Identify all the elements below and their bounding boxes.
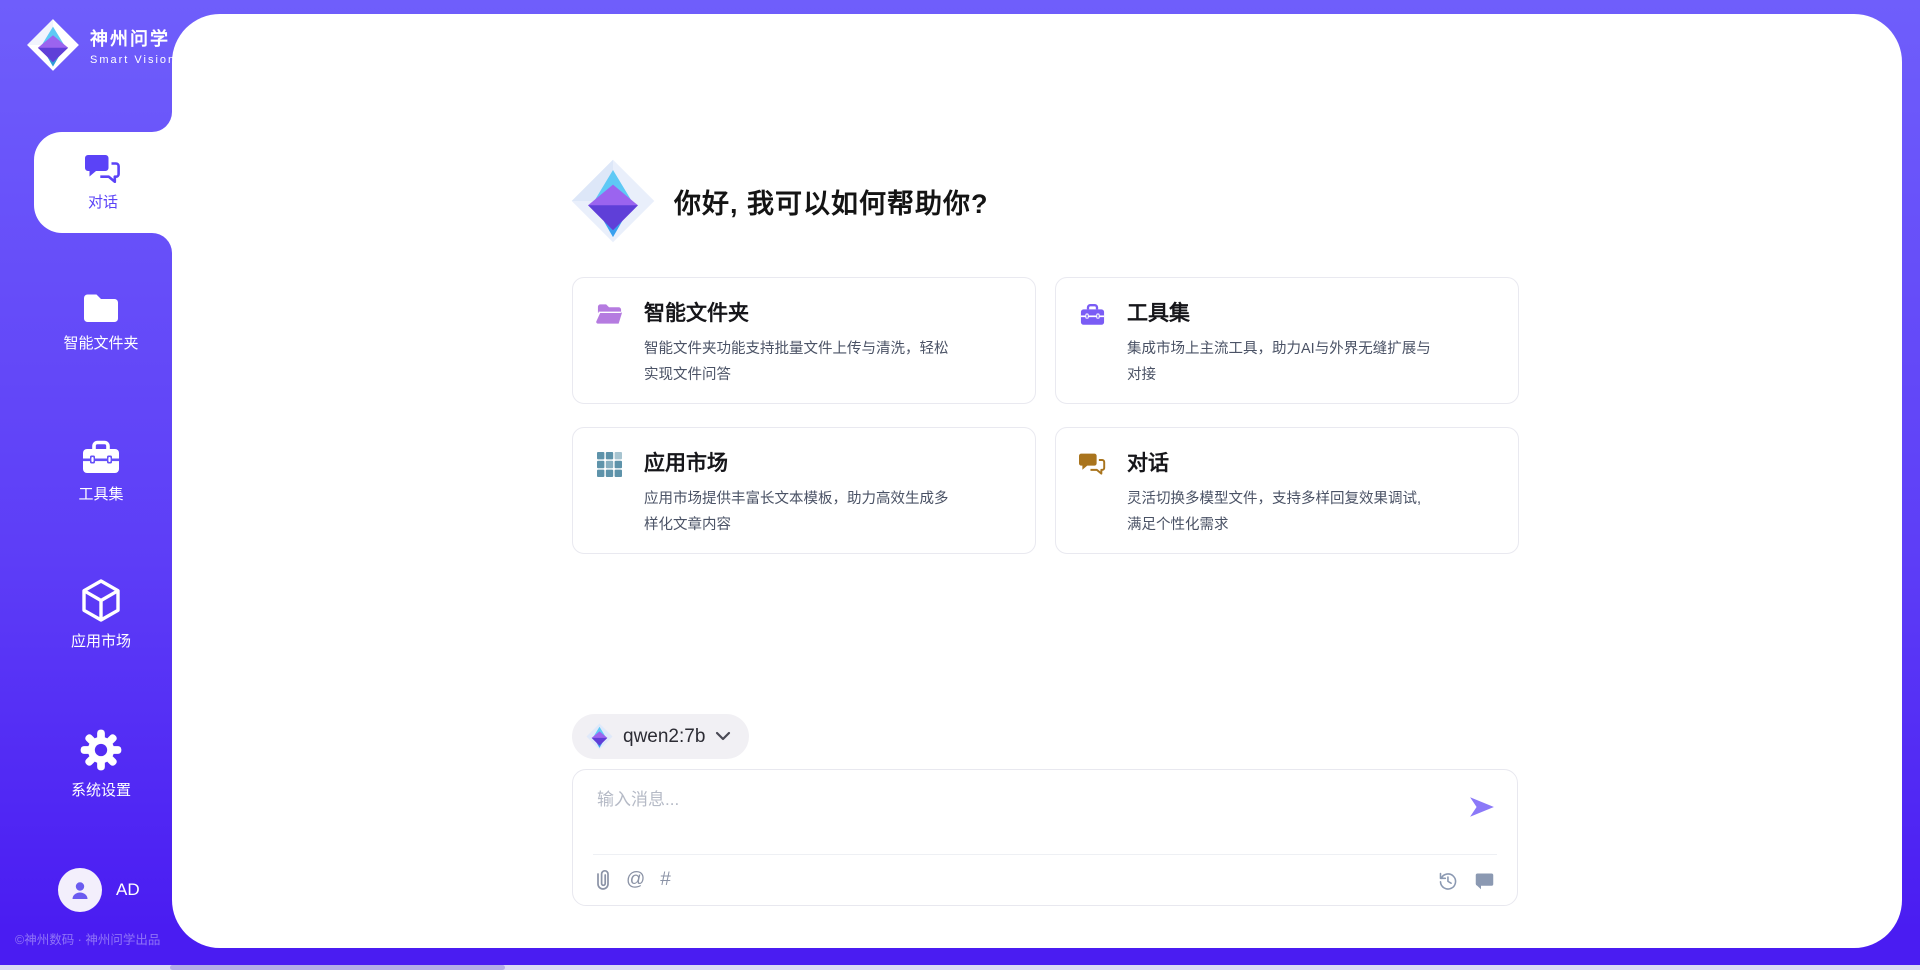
- user-initials: AD: [116, 880, 140, 900]
- diamond-logo-icon: [570, 158, 656, 244]
- feature-cards: 智能文件夹 智能文件夹功能支持批量文件上传与清洗，轻松实现文件问答 工具集 集成…: [572, 277, 1519, 554]
- mention-button[interactable]: @: [626, 870, 645, 890]
- card-title: 智能文件夹: [644, 299, 956, 329]
- greeting-text: 你好, 我可以如何帮助你?: [674, 182, 989, 221]
- hash-icon: #: [660, 870, 671, 890]
- sidebar-item-smart-folder[interactable]: 智能文件夹: [30, 292, 172, 353]
- attach-button[interactable]: [595, 869, 611, 891]
- horizontal-scrollbar[interactable]: [0, 965, 1920, 970]
- card-title: 对话: [1127, 449, 1439, 479]
- model-name: qwen2:7b: [623, 726, 705, 748]
- sidebar-item-label: 应用市场: [71, 630, 131, 651]
- briefcase-icon: [1079, 301, 1106, 328]
- send-icon[interactable]: [1469, 796, 1495, 818]
- cube-icon: [81, 578, 121, 623]
- input-tools-right: [1437, 870, 1495, 891]
- hashtag-button[interactable]: #: [660, 870, 671, 890]
- greeting: 你好, 我可以如何帮助你?: [570, 158, 989, 244]
- brand-logo[interactable]: 神州问学 Smart Vision: [26, 18, 176, 72]
- chat-bubble-icon: [1079, 451, 1106, 478]
- history-button[interactable]: [1437, 870, 1458, 891]
- sidebar-item-label: 工具集: [78, 483, 123, 504]
- card-description: 灵活切换多模型文件，支持多样回复效果调试, 满足个性化需求: [1127, 486, 1439, 538]
- folder-icon: [81, 292, 121, 325]
- card-description: 集成市场上主流工具，助力AI与外界无缝扩展与对接: [1127, 336, 1439, 388]
- card-app-market[interactable]: 应用市场 应用市场提供丰富长文本模板，助力高效生成多样化文章内容: [572, 427, 1036, 554]
- chat-icon: [85, 154, 121, 185]
- card-description: 智能文件夹功能支持批量文件上传与清洗，轻松实现文件问答: [644, 336, 956, 388]
- card-title: 工具集: [1127, 299, 1439, 329]
- message-input[interactable]: [597, 785, 1437, 843]
- paperclip-icon: [595, 869, 611, 891]
- briefcase-icon: [80, 438, 122, 476]
- brand-subtitle: Smart Vision: [90, 54, 176, 66]
- sidebar-item-toolset[interactable]: 工具集: [30, 438, 172, 504]
- comment-icon: [1474, 870, 1495, 891]
- gear-icon: [79, 728, 123, 772]
- copyright-text: ©神州数码 · 神州问学出品: [15, 929, 160, 948]
- input-divider: [593, 854, 1497, 855]
- comment-button[interactable]: [1474, 870, 1495, 891]
- tab-fillet-top: [152, 112, 172, 132]
- grid-icon: [596, 451, 623, 478]
- user-avatar: [58, 868, 102, 912]
- chevron-down-icon: [715, 731, 731, 742]
- sidebar-item-label: 系统设置: [71, 779, 131, 800]
- user-account[interactable]: AD: [58, 868, 140, 912]
- sidebar-item-settings[interactable]: 系统设置: [30, 728, 172, 800]
- user-avatar-icon: [68, 878, 92, 902]
- chat-input-box: @ #: [572, 769, 1518, 906]
- brand-name: 神州问学: [90, 25, 176, 51]
- model-diamond-icon: [586, 723, 613, 750]
- card-description: 应用市场提供丰富长文本模板，助力高效生成多样化文章内容: [644, 486, 956, 538]
- card-toolset[interactable]: 工具集 集成市场上主流工具，助力AI与外界无缝扩展与对接: [1055, 277, 1519, 404]
- input-tools-left: @ #: [595, 869, 671, 891]
- tab-fillet-bottom: [152, 233, 172, 253]
- sidebar-item-label: 对话: [88, 191, 118, 212]
- card-smart-folder[interactable]: 智能文件夹 智能文件夹功能支持批量文件上传与清洗，轻松实现文件问答: [572, 277, 1036, 404]
- horizontal-scrollbar-thumb[interactable]: [170, 965, 505, 970]
- history-icon: [1437, 870, 1458, 891]
- folder-open-icon: [596, 301, 623, 328]
- brand-diamond-icon: [26, 18, 80, 72]
- model-selector[interactable]: qwen2:7b: [572, 714, 749, 759]
- sidebar-item-label: 智能文件夹: [63, 332, 138, 353]
- sidebar-item-app-market[interactable]: 应用市场: [30, 578, 172, 651]
- at-icon: @: [626, 870, 645, 890]
- card-chat[interactable]: 对话 灵活切换多模型文件，支持多样回复效果调试, 满足个性化需求: [1055, 427, 1519, 554]
- card-title: 应用市场: [644, 449, 956, 479]
- sidebar-item-chat[interactable]: 对话: [34, 132, 172, 233]
